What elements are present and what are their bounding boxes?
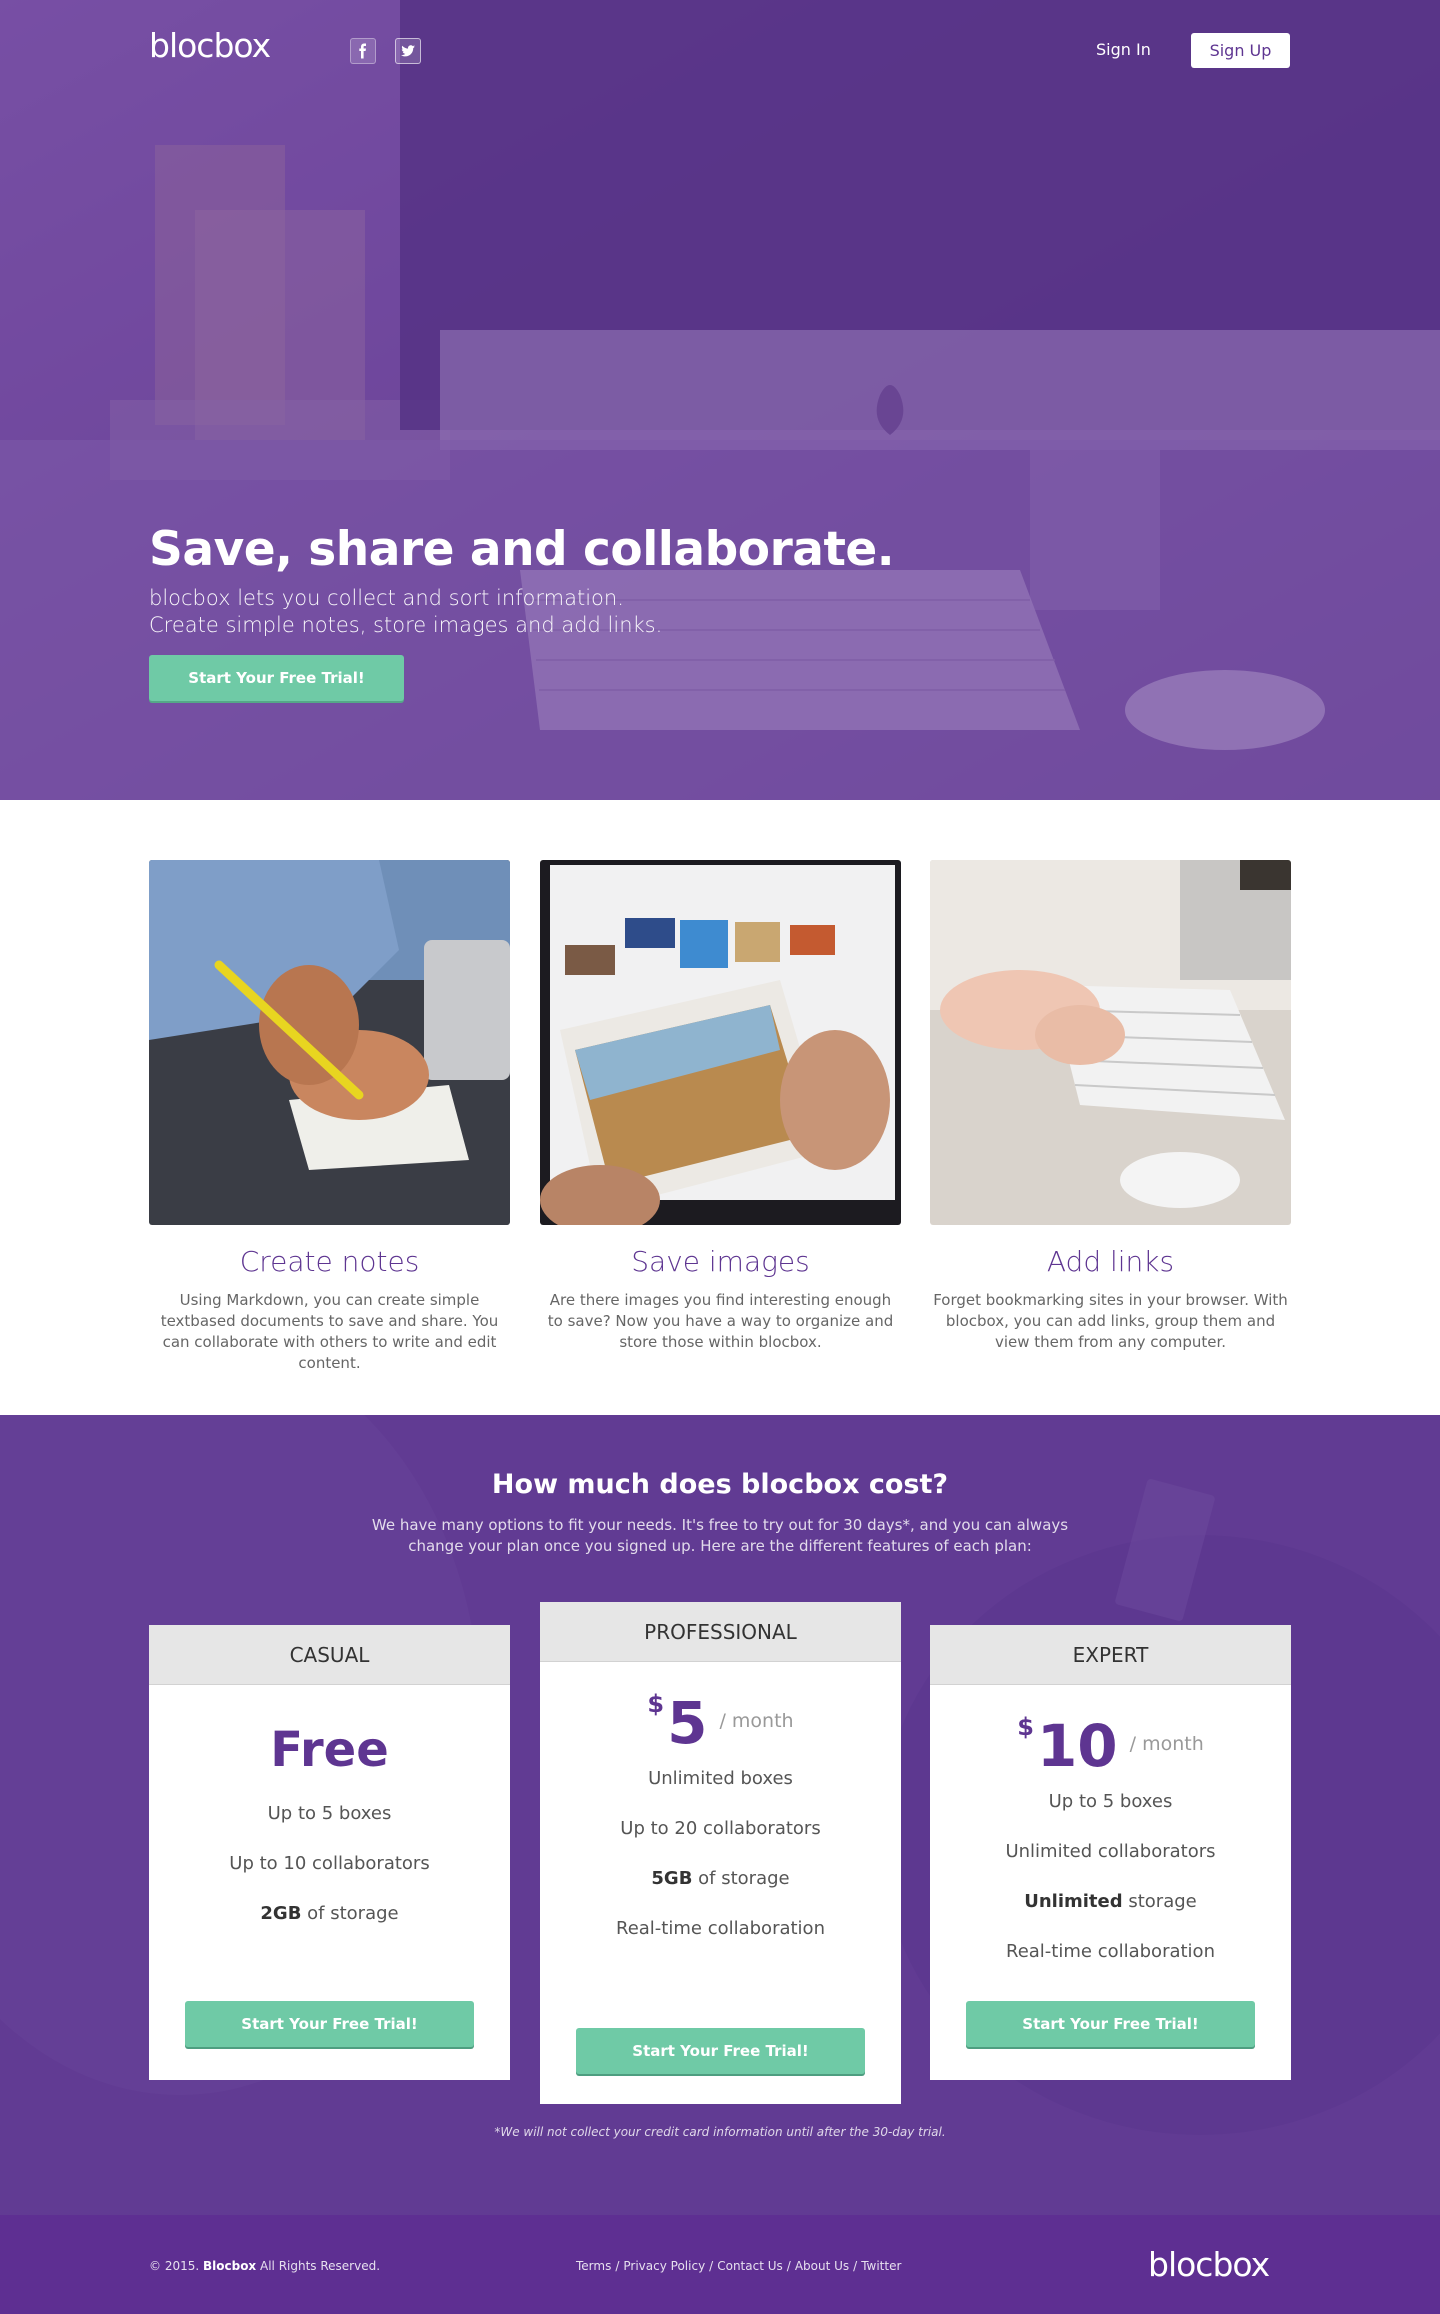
feature-description: Using Markdown, you can create simple te…: [160, 1291, 499, 1372]
twitter-icon: [401, 45, 415, 57]
plan-feature: 2GB of storage: [260, 1903, 399, 1924]
hero-subtitle-line2: Create simple notes, store images and ad…: [149, 613, 663, 637]
plan-card-expert: EXPERT $ 10 / month Up to 5 boxes Unlimi…: [930, 1625, 1291, 2080]
plan-name: PROFESSIONAL: [540, 1602, 901, 1662]
expert-trial-button[interactable]: Start Your Free Trial!: [966, 2001, 1255, 2047]
footer-link-contact[interactable]: Contact Us: [717, 2259, 783, 2273]
footer-logo[interactable]: blocbox: [1148, 2245, 1270, 2284]
plan-price: Free: [149, 1715, 510, 1781]
plan-feature: Unlimited storage: [1024, 1891, 1197, 1912]
twitter-link[interactable]: [395, 38, 421, 64]
plan-feature: Unlimited collaborators: [1005, 1841, 1216, 1862]
hero-section: blocbox Sign In Sign Up Save, share and …: [0, 0, 1440, 800]
sign-in-link[interactable]: Sign In: [1096, 40, 1151, 59]
plan-feature: Real-time collaboration: [1006, 1941, 1215, 1962]
feature-create-notes: Create notes Using Markdown, you can cre…: [149, 860, 510, 1374]
hero-subtitle: blocbox lets you collect and sort inform…: [149, 585, 662, 639]
feature-title: Create notes: [239, 1245, 420, 1278]
facebook-icon: [359, 43, 366, 59]
hero-title: Save, share and collaborate.: [149, 522, 895, 577]
plan-period: / month: [1129, 1733, 1204, 1755]
footer: © 2015. Blocbox All Rights Reserved. Ter…: [0, 2215, 1440, 2314]
footer-link-terms[interactable]: Terms: [576, 2259, 611, 2273]
plan-price: $ 10 / month: [930, 1711, 1291, 1777]
feature-image-photos: [540, 860, 901, 1225]
pricing-footnote: *We will not collect your credit card in…: [494, 2125, 946, 2139]
pricing-intro: We have many options to fit your needs. …: [371, 1516, 1069, 1555]
plan-feature: Up to 20 collaborators: [620, 1818, 821, 1839]
plan-price: $ 5 / month: [540, 1688, 901, 1754]
plan-feature: Unlimited boxes: [648, 1768, 793, 1789]
plan-feature: 5GB of storage: [651, 1868, 790, 1889]
feature-image-writing: [149, 860, 510, 1225]
feature-description: Forget bookmarking sites in your browser…: [933, 1291, 1288, 1351]
casual-trial-button[interactable]: Start Your Free Trial!: [185, 2001, 474, 2047]
plan-price-amount: 10: [1036, 1712, 1118, 1780]
sign-up-button[interactable]: Sign Up: [1191, 33, 1290, 68]
plan-card-casual: CASUAL Free Up to 5 boxes Up to 10 colla…: [149, 1625, 510, 2080]
feature-title: Save images: [631, 1245, 810, 1278]
plan-feature: Up to 5 boxes: [1048, 1791, 1173, 1812]
plan-name: EXPERT: [930, 1625, 1291, 1685]
facebook-link[interactable]: [350, 38, 376, 64]
plan-feature: Up to 5 boxes: [267, 1803, 392, 1824]
plan-name: CASUAL: [149, 1625, 510, 1685]
professional-trial-button[interactable]: Start Your Free Trial!: [576, 2028, 865, 2074]
pricing-title: How much does blocbox cost?: [491, 1469, 949, 1500]
header-logo[interactable]: blocbox: [149, 26, 271, 65]
plan-currency: $: [1017, 1713, 1034, 1741]
hero-trial-button[interactable]: Start Your Free Trial!: [149, 655, 404, 701]
footer-link-about[interactable]: About Us: [795, 2259, 849, 2273]
feature-save-images: Save images Are there images you find in…: [540, 860, 901, 1353]
plan-period: / month: [719, 1710, 794, 1732]
plan-card-professional: PROFESSIONAL $ 5 / month Unlimited boxes…: [540, 1602, 901, 2104]
footer-link-twitter[interactable]: Twitter: [861, 2259, 901, 2273]
hero-subtitle-line1: blocbox lets you collect and sort inform…: [149, 586, 624, 610]
plan-feature: Up to 10 collaborators: [229, 1853, 430, 1874]
footer-links: Terms / Privacy Policy / Contact Us / About Us…: [576, 2259, 902, 2273]
feature-title: Add links: [1046, 1245, 1175, 1278]
feature-image-keyboard: [930, 860, 1291, 1225]
feature-description: Are there images you find interesting en…: [547, 1291, 894, 1351]
footer-link-privacy[interactable]: Privacy Policy: [623, 2259, 705, 2273]
plan-price-amount: Free: [270, 1722, 389, 1778]
plan-feature: Real-time collaboration: [616, 1918, 825, 1939]
feature-add-links: Add links Forget bookmarking sites in yo…: [930, 860, 1291, 1353]
plan-price-amount: 5: [667, 1689, 708, 1757]
plan-currency: $: [647, 1690, 665, 1718]
copyright: © 2015. Blocbox All Rights Reserved.: [149, 2259, 381, 2273]
